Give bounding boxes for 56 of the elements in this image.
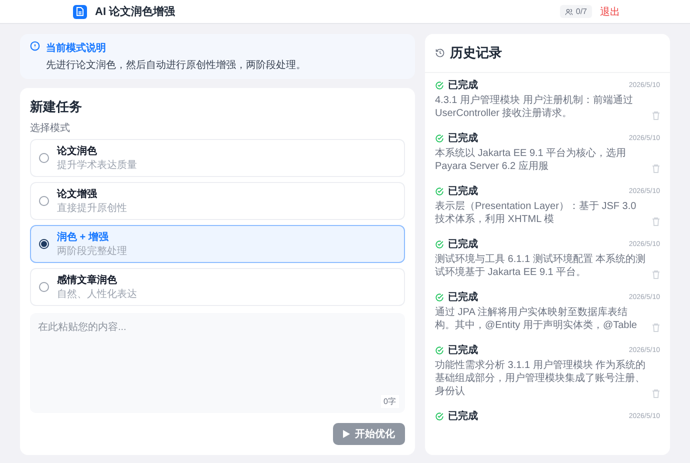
- check-circle-icon: [435, 240, 444, 248]
- status-label: 已完成: [448, 184, 479, 198]
- delete-icon[interactable]: [652, 164, 660, 173]
- item-excerpt: 本系统以 Jakarta EE 9.1 平台为核心，选用 Payara Server 6.2 应用服: [435, 147, 628, 173]
- delete-icon[interactable]: [652, 323, 660, 332]
- delete-icon[interactable]: [652, 217, 660, 226]
- info-icon: [30, 41, 40, 51]
- status-label: 已完成: [448, 131, 479, 145]
- mode-description: 自然、人性化表达: [57, 288, 137, 301]
- delete-icon[interactable]: [652, 389, 660, 398]
- item-excerpt: 通过 JPA 注解将用户实体映射至数据库表结构。其中，@Entity 用于声明实体类，@Table: [435, 306, 638, 332]
- mode-description: 提升学术表达质量: [57, 158, 137, 172]
- user-count: 0/7: [560, 5, 592, 18]
- radio-button[interactable]: [39, 196, 49, 206]
- mode-description: 直接提升原创性: [57, 202, 127, 215]
- document-icon: [73, 4, 87, 18]
- info-title: 当前模式说明: [46, 42, 107, 55]
- check-circle-icon: [435, 186, 444, 196]
- delete-icon[interactable]: [652, 111, 660, 120]
- radio-button[interactable]: [39, 153, 49, 163]
- status-label: 已完成: [448, 237, 479, 251]
- mode-title: 润色 + 增强: [57, 230, 110, 244]
- item-excerpt: 4.3.1 用户管理模块 用户注册机制：前端通过 UserController 接收注册请求。: [435, 94, 634, 120]
- mode-option[interactable]: 论文润色 提升学术表达质量: [30, 139, 405, 177]
- check-circle-icon: [435, 346, 444, 354]
- character-count: 0字: [380, 395, 399, 408]
- mode-title: 感情文章润色: [57, 273, 118, 287]
- check-circle-icon: [435, 292, 444, 302]
- status-label: 已完成: [448, 343, 479, 357]
- delete-icon[interactable]: [652, 270, 660, 279]
- info-text: 先进行论文润色，然后自动进行原创性增强，两阶段处理。: [46, 58, 306, 72]
- mode-label: 选择模式: [30, 122, 71, 135]
- radio-button[interactable]: [39, 282, 49, 292]
- app-title: AI 论文润色增强: [95, 4, 176, 19]
- mode-description: 两阶段完整处理: [57, 244, 127, 258]
- history-icon: [435, 48, 445, 58]
- mode-title: 论文润色: [57, 144, 98, 158]
- mode-option[interactable]: 润色 + 增强 两阶段完整处理: [30, 225, 405, 263]
- item-excerpt: 功能性需求分析 3.1.1 用户管理模块 作为系统的基础组成部分，用户管理模块集成了账号注册、身份认: [435, 359, 646, 398]
- check-circle-icon: [435, 134, 444, 142]
- mode-option[interactable]: 论文增强 直接提升原创性: [30, 182, 405, 220]
- history-title: 历史记录: [450, 44, 502, 62]
- check-circle-icon: [435, 412, 444, 420]
- item-excerpt: 表示层（Presentation Layer）：基于 JSF 3.0 技术体系，利用 XHTML 模: [435, 200, 638, 226]
- status-label: 已完成: [448, 409, 479, 423]
- status-label: 已完成: [448, 290, 479, 304]
- check-circle-icon: [435, 80, 444, 90]
- logout-link[interactable]: 退出: [600, 4, 620, 18]
- card-title: 新建任务: [30, 98, 83, 116]
- radio-button[interactable]: [39, 239, 49, 249]
- status-label: 已完成: [448, 78, 479, 92]
- mode-title: 论文增强: [57, 188, 98, 201]
- mode-option[interactable]: 感情文章润色 自然、人性化表达: [30, 268, 405, 306]
- play-icon: [343, 430, 350, 438]
- users-icon: [564, 8, 573, 16]
- item-excerpt: 测试环境与工具 6.1.1 测试环境配置 本系统的测试环境基于 Jakarta EE 9.1 平台。: [435, 253, 646, 279]
